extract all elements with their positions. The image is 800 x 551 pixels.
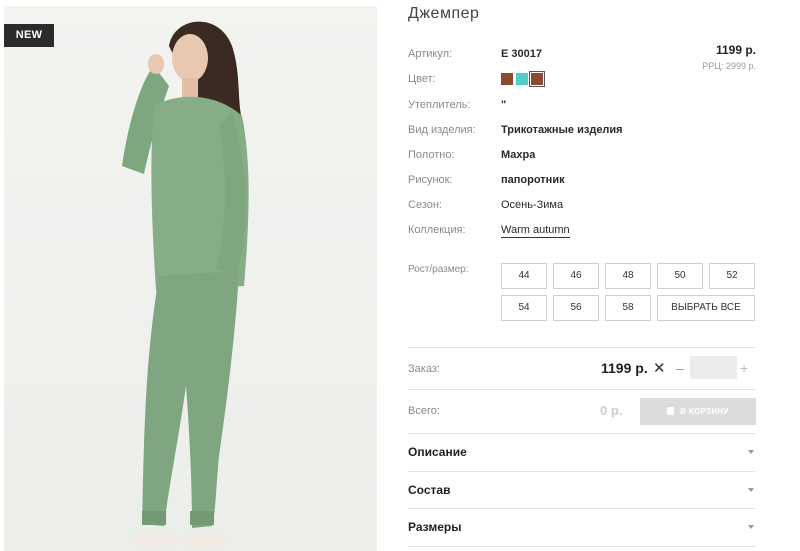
accordion-label: Состав xyxy=(408,483,451,497)
quantity-input[interactable] xyxy=(690,356,737,379)
product-title: Джемпер xyxy=(408,5,480,22)
color-swatches xyxy=(501,71,545,87)
quantity-decrease-button[interactable]: – xyxy=(676,360,684,376)
attr-label: Сезон: xyxy=(408,199,442,211)
size-option-58[interactable]: 58 xyxy=(605,295,651,321)
size-option-48[interactable]: 48 xyxy=(605,263,651,289)
size-option-52[interactable]: 52 xyxy=(709,263,755,289)
recommended-retail-price: РРЦ: 2999 р. xyxy=(702,61,756,71)
shopping-bag-icon xyxy=(667,407,675,415)
order-price: 1199 р. xyxy=(601,360,648,376)
attr-label: Вид изделия: xyxy=(408,124,476,136)
quantity-increase-button[interactable]: + xyxy=(740,360,748,376)
attr-label: Коллекция: xyxy=(408,224,466,236)
attr-label: Рисунок: xyxy=(408,174,453,186)
accordion-sizes[interactable]: Размеры xyxy=(408,508,756,546)
accordion-label: Описание xyxy=(408,445,467,459)
attr-label: Цвет: xyxy=(408,73,436,85)
chevron-down-icon xyxy=(748,488,754,492)
product-price: 1199 р. xyxy=(715,43,756,57)
color-swatch-turquoise[interactable] xyxy=(516,73,528,85)
attr-label: Артикул: xyxy=(408,48,453,60)
divider xyxy=(408,389,756,390)
times-icon: ✕ xyxy=(653,360,666,377)
attr-value: E 30017 xyxy=(501,48,542,60)
product-info-panel: Джемпер 1199 р. РРЦ: 2999 р. Артикул: E … xyxy=(408,0,756,551)
attr-value: папоротник xyxy=(501,174,565,186)
add-to-cart-button[interactable]: В КОРЗИНУ xyxy=(640,398,756,425)
attr-value: Трикотажные изделия xyxy=(501,124,623,136)
accordion-description[interactable]: Описание xyxy=(408,433,756,471)
attr-label: Полотно: xyxy=(408,149,455,161)
add-to-cart-label: В КОРЗИНУ xyxy=(680,407,729,416)
accordion-label: Размеры xyxy=(408,520,462,534)
attr-value: Махра xyxy=(501,149,536,161)
divider xyxy=(408,546,756,547)
divider xyxy=(408,347,756,348)
new-badge: NEW xyxy=(4,24,54,47)
attr-label: Утеплитель: xyxy=(408,99,471,111)
select-all-sizes-button[interactable]: ВЫБРАТЬ ВСЕ xyxy=(657,295,755,321)
chevron-down-icon xyxy=(748,450,754,454)
color-swatch-brown[interactable] xyxy=(501,73,513,85)
product-photo[interactable]: NEW xyxy=(4,6,377,551)
total-label: Всего: xyxy=(408,405,440,417)
size-label: Рост/размер: xyxy=(408,264,469,275)
collection-link[interactable]: Warm autumn xyxy=(501,224,570,238)
order-label: Заказ: xyxy=(408,363,440,375)
size-option-54[interactable]: 54 xyxy=(501,295,547,321)
chevron-down-icon xyxy=(748,525,754,529)
size-option-44[interactable]: 44 xyxy=(501,263,547,289)
color-swatch-brown-selected[interactable] xyxy=(529,71,545,87)
size-option-56[interactable]: 56 xyxy=(553,295,599,321)
total-value: 0 р. xyxy=(600,403,623,418)
model-illustration xyxy=(122,21,249,549)
accordion-composition[interactable]: Состав xyxy=(408,471,756,509)
size-option-46[interactable]: 46 xyxy=(553,263,599,289)
attr-value: Осень-Зима xyxy=(501,199,564,211)
size-option-50[interactable]: 50 xyxy=(657,263,703,289)
attr-value: " xyxy=(501,99,507,111)
